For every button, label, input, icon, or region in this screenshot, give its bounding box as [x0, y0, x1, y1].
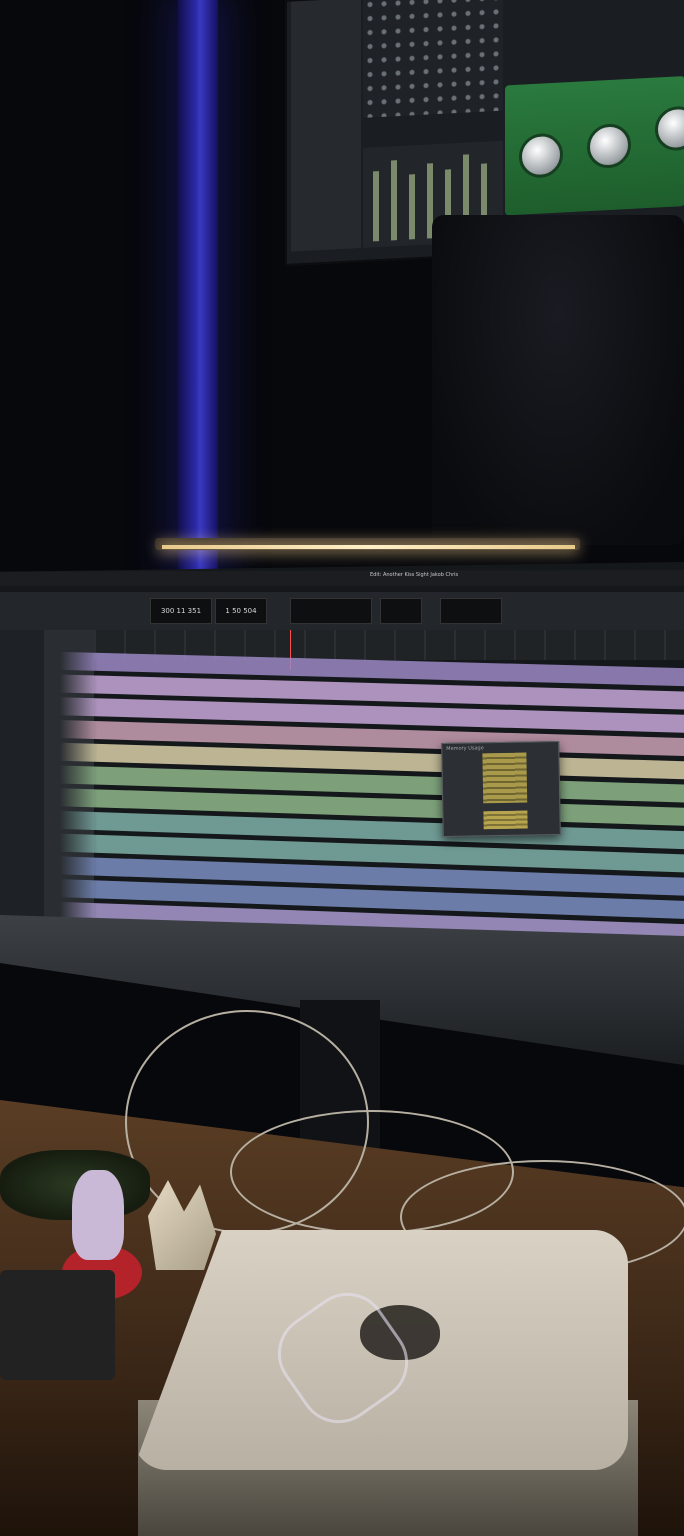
daw-transport-bar: 300 11 351 1 50 504 [0, 592, 684, 630]
audio-device [0, 1270, 115, 1380]
blue-wall-light [178, 0, 218, 580]
monitor-light-glow [162, 545, 575, 549]
studio-speaker [432, 215, 684, 545]
memory-bars [482, 752, 528, 804]
counter-display [290, 598, 372, 624]
memory-usage-window: Memory Usage [441, 740, 561, 838]
back-monitor-pad-grid [363, 0, 503, 118]
fader [391, 160, 397, 241]
grid-display [440, 598, 502, 624]
cache-bars [483, 810, 528, 830]
daw-window-title: Edit: Another Kiss Sight Jakob Chris [370, 572, 459, 578]
sub-counter: 1 50 504 [215, 598, 267, 624]
bunny-figurine [72, 1170, 124, 1260]
main-counter: 300 11 351 [150, 598, 212, 624]
green-plugin-panel [505, 76, 684, 216]
memory-title: Memory Usage [446, 745, 484, 752]
daw-clip-list [0, 630, 44, 920]
fader [373, 171, 379, 242]
plugin-knob [519, 132, 563, 179]
fader [409, 174, 415, 240]
daw-menubar: Edit: Another Kiss Sight Jakob Chris [0, 570, 684, 586]
tempo-display [380, 598, 422, 624]
plugin-knob [655, 105, 684, 152]
studio-scene: Edit: Another Kiss Sight Jakob Chris 300… [0, 0, 684, 1536]
plugin-knob [587, 122, 631, 170]
back-monitor-browser [291, 0, 361, 252]
